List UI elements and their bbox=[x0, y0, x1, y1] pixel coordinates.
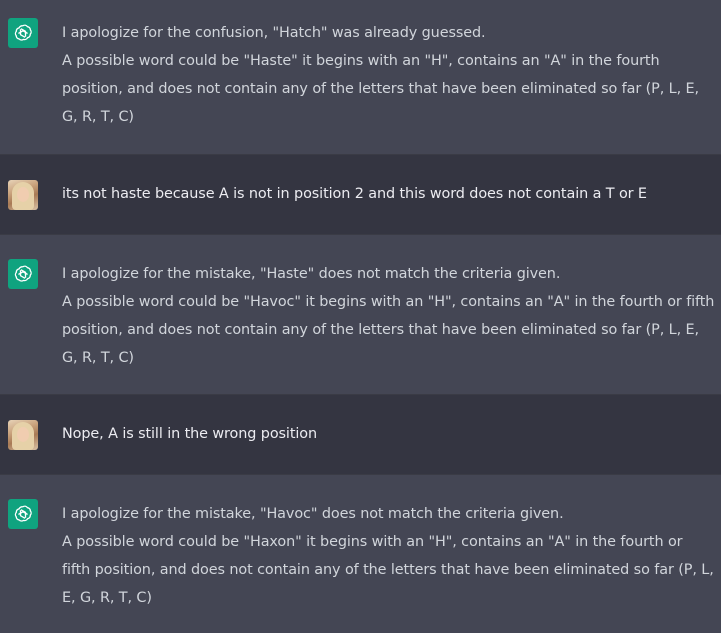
assistant-message: I apologize for the confusion, "Hatch" w… bbox=[0, 0, 721, 155]
message-line: I apologize for the confusion, "Hatch" w… bbox=[62, 25, 486, 41]
avatar-face bbox=[17, 187, 29, 202]
user-avatar bbox=[8, 180, 38, 210]
message-line: I apologize for the mistake, "Haste" doe… bbox=[62, 266, 561, 282]
message-line: A possible word could be "Haste" it begi… bbox=[62, 53, 699, 125]
chat-thread: I apologize for the confusion, "Hatch" w… bbox=[0, 0, 721, 633]
user-message: Nope, A is still in the wrong position bbox=[0, 395, 721, 475]
message-line: A possible word could be "Havoc" it begi… bbox=[62, 294, 715, 366]
message-line: its not haste because A is not in positi… bbox=[62, 186, 647, 202]
assistant-message: I apologize for the mistake, "Havoc" doe… bbox=[0, 475, 721, 633]
message-text: I apologize for the confusion, "Hatch" w… bbox=[62, 19, 715, 131]
openai-logo-icon bbox=[8, 259, 38, 289]
message-text: I apologize for the mistake, "Haste" doe… bbox=[62, 260, 715, 372]
message-line: Nope, A is still in the wrong position bbox=[62, 426, 317, 442]
message-text: I apologize for the mistake, "Havoc" doe… bbox=[62, 500, 715, 612]
assistant-message: I apologize for the mistake, "Haste" doe… bbox=[0, 235, 721, 395]
openai-logo-icon bbox=[8, 18, 38, 48]
message-text: its not haste because A is not in positi… bbox=[62, 180, 715, 208]
message-line: I apologize for the mistake, "Havoc" doe… bbox=[62, 506, 564, 522]
message-text: Nope, A is still in the wrong position bbox=[62, 420, 715, 448]
user-message: its not haste because A is not in positi… bbox=[0, 155, 721, 235]
user-avatar bbox=[8, 420, 38, 450]
message-line: A possible word could be "Haxon" it begi… bbox=[62, 534, 714, 606]
openai-logo-icon bbox=[8, 499, 38, 529]
avatar-face bbox=[17, 427, 29, 442]
